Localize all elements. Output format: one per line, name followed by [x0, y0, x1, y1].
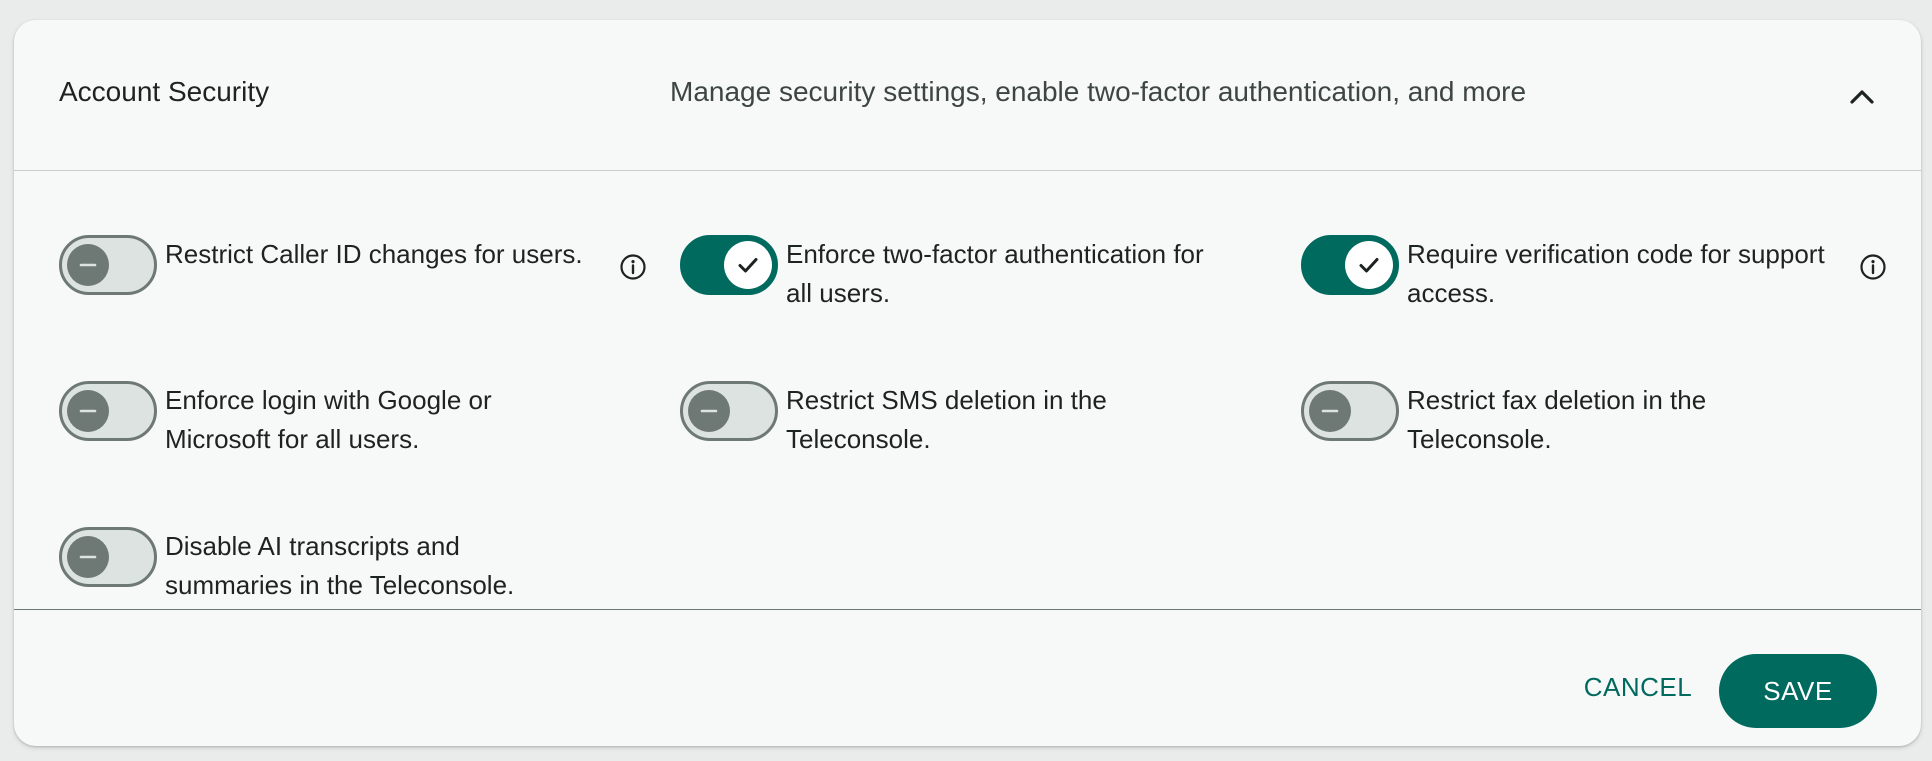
setting-label: Restrict fax deletion in the Teleconsole…: [1407, 385, 1707, 454]
toggle-switch[interactable]: [680, 235, 778, 295]
minus-icon: [700, 409, 718, 413]
toggle-knob: [67, 244, 109, 286]
toggle-knob: [688, 390, 730, 432]
check-icon: [738, 258, 758, 273]
save-button[interactable]: SAVE: [1719, 654, 1877, 728]
setting-restrict-caller-id: Restrict Caller ID changes for users.: [59, 235, 646, 325]
setting-require-verification-code: Require verification code for support ac…: [1301, 235, 1886, 325]
chevron-up-icon: [1850, 90, 1874, 104]
collapse-button[interactable]: [1844, 78, 1880, 114]
minus-icon: [1321, 409, 1339, 413]
card-footer: CANCEL SAVE: [14, 610, 1921, 746]
section-title: Account Security: [59, 76, 270, 107]
toggle-switch[interactable]: [59, 527, 157, 587]
setting-disable-ai-transcripts: Disable AI transcripts and summaries in …: [59, 527, 639, 617]
check-icon: [1359, 258, 1379, 273]
toggle-knob: [1345, 241, 1393, 289]
section-description: Manage security settings, enable two-fac…: [670, 76, 1527, 107]
setting-label: Enforce login with Google or Microsoft f…: [165, 385, 492, 454]
cancel-button[interactable]: CANCEL: [1572, 661, 1704, 713]
card-header[interactable]: Account Security Manage security setting…: [14, 20, 1921, 171]
info-icon[interactable]: [1859, 253, 1887, 281]
toggle-switch[interactable]: [1301, 381, 1399, 441]
toggle-switch[interactable]: [680, 381, 778, 441]
info-icon[interactable]: [619, 253, 647, 281]
setting-enforce-google-microsoft-login: Enforce login with Google or Microsoft f…: [59, 381, 639, 471]
toggle-knob: [724, 241, 772, 289]
toggle-switch[interactable]: [1301, 235, 1399, 295]
setting-label: Disable AI transcripts and summaries in …: [165, 531, 515, 600]
setting-label: Restrict Caller ID changes for users.: [165, 239, 583, 269]
setting-restrict-sms-deletion: Restrict SMS deletion in the Teleconsole…: [680, 381, 1260, 471]
settings-body: Restrict Caller ID changes for users. En…: [14, 171, 1921, 610]
setting-label: Restrict SMS deletion in the Teleconsole…: [786, 385, 1107, 454]
setting-restrict-fax-deletion: Restrict fax deletion in the Teleconsole…: [1301, 381, 1881, 471]
toggle-knob: [67, 390, 109, 432]
toggle-switch[interactable]: [59, 381, 157, 441]
setting-label: Require verification code for support ac…: [1407, 239, 1825, 308]
toggle-switch[interactable]: [59, 235, 157, 295]
setting-label: Enforce two-factor authentication for al…: [786, 239, 1204, 308]
account-security-card: Account Security Manage security setting…: [14, 20, 1921, 746]
minus-icon: [79, 263, 97, 267]
toggle-knob: [67, 536, 109, 578]
toggle-knob: [1309, 390, 1351, 432]
minus-icon: [79, 555, 97, 559]
setting-enforce-2fa: Enforce two-factor authentication for al…: [680, 235, 1260, 325]
minus-icon: [79, 409, 97, 413]
